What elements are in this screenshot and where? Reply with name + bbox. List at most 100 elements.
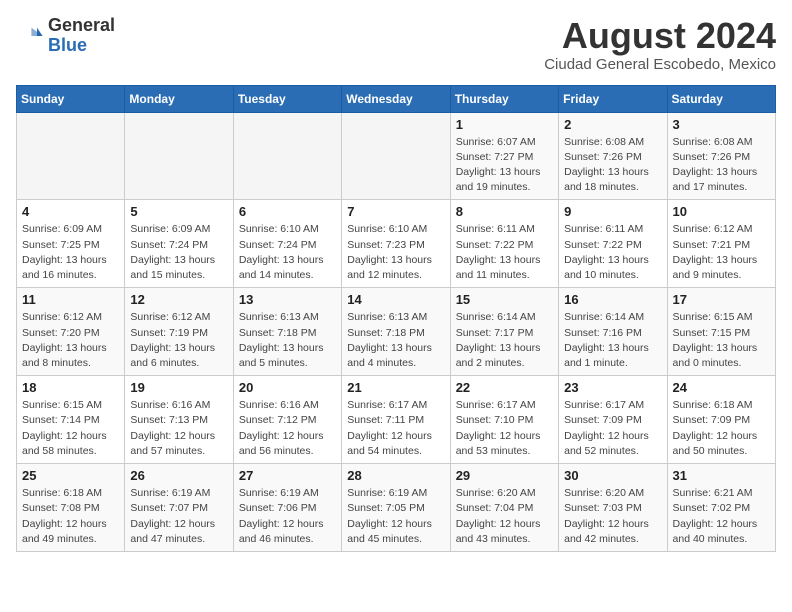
calendar-cell: 11 Sunrise: 6:12 AMSunset: 7:20 PMDayligh… [17,288,125,376]
day-number: 18 [22,380,119,395]
day-number: 12 [130,292,227,307]
day-header-wednesday: Wednesday [342,85,450,112]
day-number: 27 [239,468,336,483]
day-number: 11 [22,292,119,307]
day-number: 2 [564,117,661,132]
calendar-header: General Blue August 2024 Ciudad General … [16,16,776,73]
calendar-cell: 21 Sunrise: 6:17 AMSunset: 7:11 PMDayligh… [342,376,450,464]
calendar-cell [17,112,125,200]
day-number: 24 [673,380,770,395]
day-number: 17 [673,292,770,307]
day-info: Sunrise: 6:21 AMSunset: 7:02 PMDaylight:… [673,486,770,547]
calendar-cell: 23Sunrise: 6:17 AMSunset: 7:09 PMDayligh… [559,376,667,464]
day-info: Sunrise: 6:13 AMSunset: 7:18 PMDaylight:… [239,310,336,371]
day-header-saturday: Saturday [667,85,775,112]
calendar-cell: 5 Sunrise: 6:09 AMSunset: 7:24 PMDaylight… [125,200,233,288]
calendar-cell: 18 Sunrise: 6:15 AMSunset: 7:14 PMDayligh… [17,376,125,464]
location-subtitle: Ciudad General Escobedo, Mexico [544,56,776,73]
calendar-cell: 12 Sunrise: 6:12 AMSunset: 7:19 PMDayligh… [125,288,233,376]
day-header-tuesday: Tuesday [233,85,341,112]
month-year-title: August 2024 [544,16,776,56]
calendar-cell: 27 Sunrise: 6:19 AMSunset: 7:06 PMDayligh… [233,464,341,552]
calendar-cell: 26 Sunrise: 6:19 AMSunset: 7:07 PMDayligh… [125,464,233,552]
day-info: Sunrise: 6:12 AMSunset: 7:21 PMDaylight:… [673,222,770,283]
day-info: Sunrise: 6:12 AMSunset: 7:19 PMDaylight:… [130,310,227,371]
calendar-cell: 3 Sunrise: 6:08 AMSunset: 7:26 PMDaylight… [667,112,775,200]
calendar-cell: 28 Sunrise: 6:19 AMSunset: 7:05 PMDayligh… [342,464,450,552]
day-info: Sunrise: 6:10 AMSunset: 7:23 PMDaylight:… [347,222,444,283]
day-number: 28 [347,468,444,483]
day-info: Sunrise: 6:17 AMSunset: 7:11 PMDaylight:… [347,398,444,459]
calendar-table: SundayMondayTuesdayWednesdayThursdayFrid… [16,85,776,552]
day-number: 22 [456,380,553,395]
calendar-cell: 19 Sunrise: 6:16 AMSunset: 7:13 PMDayligh… [125,376,233,464]
day-number: 26 [130,468,227,483]
calendar-week-1: 1 Sunrise: 6:07 AMSunset: 7:27 PMDaylight… [17,112,776,200]
day-info: Sunrise: 6:19 AMSunset: 7:05 PMDaylight:… [347,486,444,547]
calendar-cell: 31Sunrise: 6:21 AMSunset: 7:02 PMDayligh… [667,464,775,552]
day-info: Sunrise: 6:19 AMSunset: 7:06 PMDaylight:… [239,486,336,547]
day-info: Sunrise: 6:15 AMSunset: 7:15 PMDaylight:… [673,310,770,371]
calendar-cell: 29 Sunrise: 6:20 AMSunset: 7:04 PMDayligh… [450,464,558,552]
day-header-monday: Monday [125,85,233,112]
calendar-cell: 14Sunrise: 6:13 AMSunset: 7:18 PMDayligh… [342,288,450,376]
calendar-cell: 4Sunrise: 6:09 AMSunset: 7:25 PMDaylight… [17,200,125,288]
day-number: 19 [130,380,227,395]
day-number: 3 [673,117,770,132]
logo: General Blue [16,16,115,56]
calendar-cell: 8 Sunrise: 6:11 AMSunset: 7:22 PMDaylight… [450,200,558,288]
day-info: Sunrise: 6:18 AMSunset: 7:08 PMDaylight:… [22,486,119,547]
calendar-cell [233,112,341,200]
calendar-cell: 24 Sunrise: 6:18 AMSunset: 7:09 PMDayligh… [667,376,775,464]
day-info: Sunrise: 6:14 AMSunset: 7:17 PMDaylight:… [456,310,553,371]
day-header-sunday: Sunday [17,85,125,112]
day-info: Sunrise: 6:07 AMSunset: 7:27 PMDaylight:… [456,135,553,196]
day-info: Sunrise: 6:14 AMSunset: 7:16 PMDaylight:… [564,310,661,371]
day-number: 13 [239,292,336,307]
calendar-cell: 25 Sunrise: 6:18 AMSunset: 7:08 PMDayligh… [17,464,125,552]
day-info: Sunrise: 6:16 AMSunset: 7:13 PMDaylight:… [130,398,227,459]
day-info: Sunrise: 6:09 AMSunset: 7:25 PMDaylight:… [22,222,119,283]
day-number: 9 [564,204,661,219]
calendar-cell [125,112,233,200]
day-info: Sunrise: 6:19 AMSunset: 7:07 PMDaylight:… [130,486,227,547]
calendar-cell [342,112,450,200]
calendar-week-5: 25 Sunrise: 6:18 AMSunset: 7:08 PMDayligh… [17,464,776,552]
calendar-cell: 7 Sunrise: 6:10 AMSunset: 7:23 PMDaylight… [342,200,450,288]
day-number: 16 [564,292,661,307]
day-number: 30 [564,468,661,483]
calendar-cell: 30Sunrise: 6:20 AMSunset: 7:03 PMDayligh… [559,464,667,552]
calendar-cell: 22 Sunrise: 6:17 AMSunset: 7:10 PMDayligh… [450,376,558,464]
day-info: Sunrise: 6:18 AMSunset: 7:09 PMDaylight:… [673,398,770,459]
day-number: 1 [456,117,553,132]
calendar-cell: 20Sunrise: 6:16 AMSunset: 7:12 PMDayligh… [233,376,341,464]
day-header-friday: Friday [559,85,667,112]
day-info: Sunrise: 6:09 AMSunset: 7:24 PMDaylight:… [130,222,227,283]
calendar-cell: 13 Sunrise: 6:13 AMSunset: 7:18 PMDayligh… [233,288,341,376]
day-headers: SundayMondayTuesdayWednesdayThursdayFrid… [17,85,776,112]
calendar-week-2: 4Sunrise: 6:09 AMSunset: 7:25 PMDaylight… [17,200,776,288]
day-info: Sunrise: 6:11 AMSunset: 7:22 PMDaylight:… [456,222,553,283]
day-info: Sunrise: 6:15 AMSunset: 7:14 PMDaylight:… [22,398,119,459]
day-info: Sunrise: 6:10 AMSunset: 7:24 PMDaylight:… [239,222,336,283]
day-number: 21 [347,380,444,395]
day-info: Sunrise: 6:17 AMSunset: 7:09 PMDaylight:… [564,398,661,459]
day-number: 7 [347,204,444,219]
calendar-cell: 15Sunrise: 6:14 AMSunset: 7:17 PMDayligh… [450,288,558,376]
calendar-cell: 17 Sunrise: 6:15 AMSunset: 7:15 PMDayligh… [667,288,775,376]
day-info: Sunrise: 6:17 AMSunset: 7:10 PMDaylight:… [456,398,553,459]
day-header-thursday: Thursday [450,85,558,112]
day-number: 29 [456,468,553,483]
calendar-body: 1 Sunrise: 6:07 AMSunset: 7:27 PMDaylight… [17,112,776,551]
calendar-cell: 9Sunrise: 6:11 AMSunset: 7:22 PMDaylight… [559,200,667,288]
logo-blue-text: Blue [48,36,115,56]
day-number: 8 [456,204,553,219]
day-info: Sunrise: 6:12 AMSunset: 7:20 PMDaylight:… [22,310,119,371]
day-info: Sunrise: 6:13 AMSunset: 7:18 PMDaylight:… [347,310,444,371]
day-number: 20 [239,380,336,395]
day-number: 25 [22,468,119,483]
calendar-header-row: SundayMondayTuesdayWednesdayThursdayFrid… [17,85,776,112]
day-info: Sunrise: 6:08 AMSunset: 7:26 PMDaylight:… [673,135,770,196]
day-number: 5 [130,204,227,219]
day-info: Sunrise: 6:20 AMSunset: 7:04 PMDaylight:… [456,486,553,547]
